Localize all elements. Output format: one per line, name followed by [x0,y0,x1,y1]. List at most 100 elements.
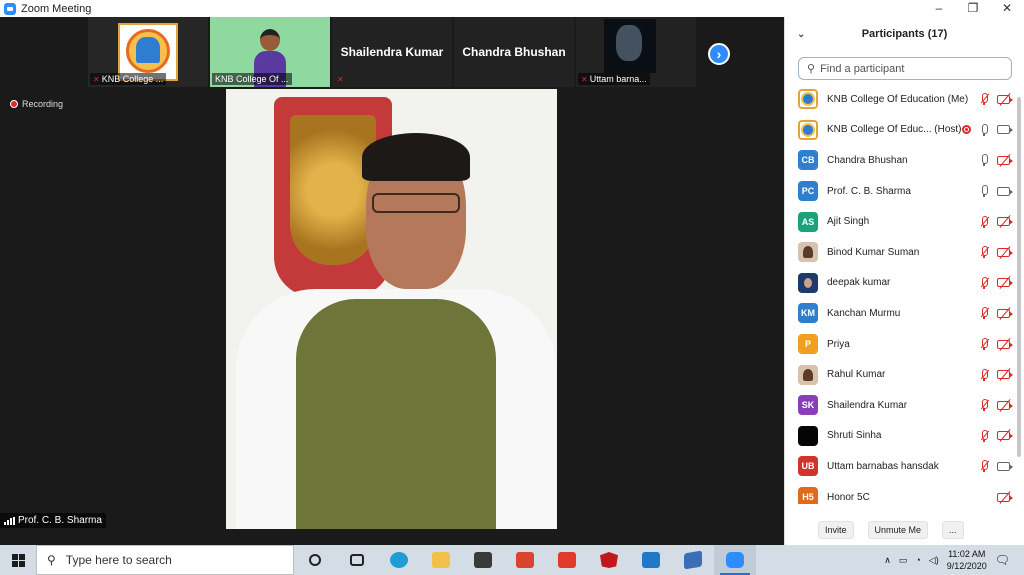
camera-off-icon [997,337,1013,351]
camera-off-icon [997,92,1013,106]
participant-status-icons [979,307,1013,320]
participant-row[interactable]: Shruti Sinha [785,421,1024,452]
mic-muted-icon [979,276,990,289]
participant-row[interactable]: AS Ajit Singh [785,206,1024,237]
participant-status-icons [979,460,1013,473]
participant-search-input[interactable]: ⚲ Find a participant [798,57,1012,80]
participant-status-icons [979,92,1013,106]
participant-status-icons [997,490,1013,504]
active-speaker-label: Prof. C. B. Sharma [0,513,106,528]
thumbnail-tile[interactable]: KNB College Of ... [210,17,330,87]
avatar: SK [798,395,818,416]
task-view-icon[interactable] [336,545,378,575]
thumbnail-tile[interactable]: ✕ Uttam barna... [576,17,696,87]
mic-muted-icon: ✕ [93,75,100,84]
scrollbar[interactable] [1017,97,1021,457]
speaker-vest [296,299,496,529]
chevron-down-icon[interactable]: ⌄ [797,29,805,40]
avatar [798,89,818,110]
clock[interactable]: 11:02 AM 9/12/2020 [947,548,987,572]
participant-status-icons [979,215,1013,229]
participant-row[interactable]: KNB College Of Educ... (Host) [785,115,1024,146]
store-icon[interactable] [462,545,504,575]
participant-list: KNB College Of Education (Me) KNB College… [785,84,1024,504]
mail-icon[interactable] [630,545,672,575]
participant-status-icons [979,245,1013,259]
panel-header: ⌄ Participants (17) [785,17,1024,51]
thumbnail-tile[interactable]: Shailendra Kumar ✕ [332,17,452,87]
mic-muted-icon [979,460,990,473]
camera-off-icon [997,307,1013,320]
mic-muted-icon [979,399,990,412]
participant-row[interactable]: Rahul Kumar [785,359,1024,390]
avatar: AS [798,211,818,232]
participant-row[interactable]: KM Kanchan Murmu [785,298,1024,329]
participant-photo [604,19,656,73]
camera-off-icon [997,490,1013,504]
close-button[interactable]: ✕ [990,0,1024,17]
camera-off-icon [997,245,1013,259]
taskbar-search-input[interactable]: ⚲ Type here to search [36,545,294,575]
participant-row[interactable]: deepak kumar [785,268,1024,299]
zoom-icon [4,2,16,15]
mic-muted-icon [979,246,990,259]
network-icon[interactable]: ◔ [915,555,920,565]
thumbnail-name: ✕ Uttam barna... [578,73,650,85]
active-speaker-video [226,89,557,529]
avatar: P [798,334,818,355]
battery-icon[interactable]: ▭ [899,555,908,566]
maximize-button[interactable]: ❐ [956,0,990,17]
office-icon[interactable] [504,545,546,575]
app-icon[interactable] [672,545,714,575]
volume-icon[interactable]: ◁) [929,555,939,566]
invite-button[interactable]: Invite [818,521,854,539]
more-button[interactable]: ... [942,521,964,539]
window-title: Zoom Meeting [21,2,92,15]
edge-icon[interactable] [378,545,420,575]
minimize-button[interactable]: – [922,0,956,17]
avatar: CB [798,150,818,171]
signal-icon [4,516,15,525]
mic-icon [979,154,989,167]
speaker-glasses [372,193,460,213]
start-button[interactable] [0,545,36,575]
mic-icon [979,123,989,136]
avatar [798,272,818,293]
next-page-button[interactable]: › [708,43,730,65]
cortana-icon[interactable] [294,545,336,575]
participant-row[interactable]: SK Shailendra Kumar [785,390,1024,421]
participant-row[interactable]: P Priya [785,329,1024,360]
search-icon: ⚲ [807,63,816,75]
mcafee-icon[interactable] [588,545,630,575]
file-explorer-icon[interactable] [420,545,462,575]
participant-row[interactable]: UB Uttam barnabas hansdak [785,451,1024,482]
thumbnail-tile[interactable]: ✕ KNB College ... [88,17,208,87]
clock-date: 9/12/2020 [946,561,987,571]
acrobat-icon[interactable] [546,545,588,575]
participant-row[interactable]: KNB College Of Education (Me) [785,84,1024,115]
window-controls: – ❐ ✕ [922,0,1024,17]
notification-icon[interactable]: 🗨 [995,553,1010,567]
participant-status-icons [979,276,1013,290]
mic-muted-icon [979,368,990,381]
recording-icon [962,125,971,135]
thumbnail-name: KNB College Of ... [212,73,292,85]
thumbnail-tile[interactable]: Chandra Bhushan [454,17,574,87]
camera-icon [997,186,1013,196]
camera-off-icon [997,276,1013,290]
record-icon [10,100,18,108]
participant-row[interactable]: Binod Kumar Suman [785,237,1024,268]
participant-row[interactable]: CB Chandra Bhushan [785,145,1024,176]
mic-muted-icon [979,307,990,320]
participant-status-icons [979,398,1013,412]
thumbnail-name: Chandra Bhushan [462,45,566,59]
mic-muted-icon: ✕ [581,75,588,84]
zoom-taskbar-icon[interactable] [714,545,756,575]
camera-off-icon [997,398,1013,412]
participant-row[interactable]: PC Prof. C. B. Sharma [785,176,1024,207]
chevron-up-icon[interactable]: ∧ [884,555,891,566]
participant-name: Honor 5C [827,491,870,503]
participant-row[interactable]: H5 Honor 5C [785,482,1024,504]
participant-status-icons [962,123,1013,136]
unmute-me-button[interactable]: Unmute Me [867,521,929,539]
